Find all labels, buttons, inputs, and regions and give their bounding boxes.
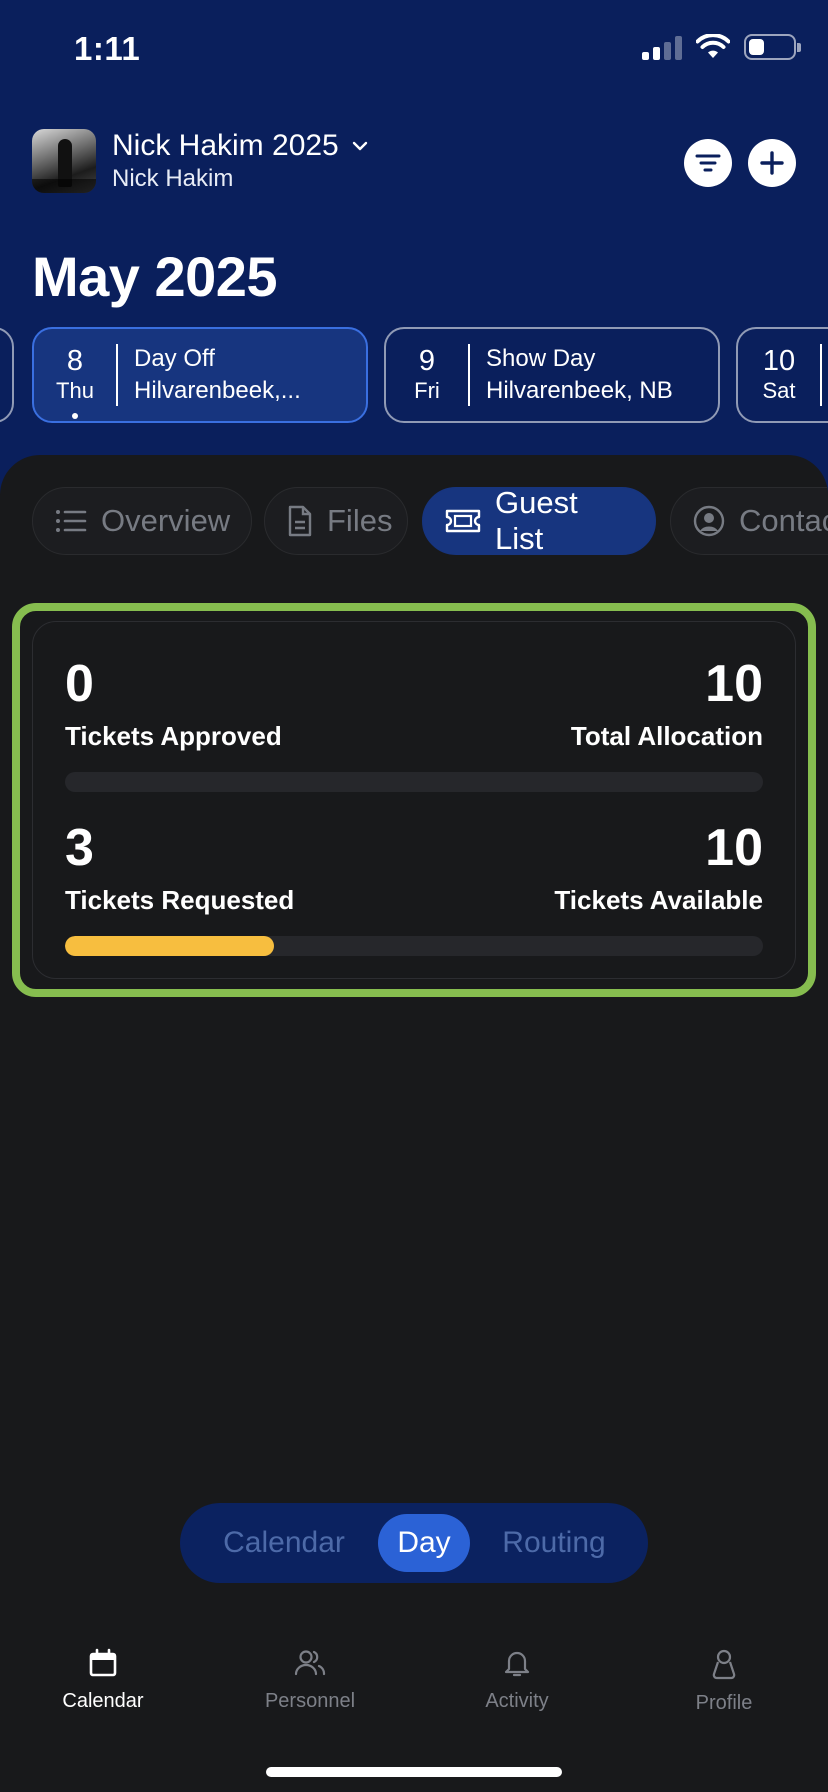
nav-calendar[interactable]: Calendar xyxy=(18,1648,188,1713)
tab-files[interactable]: Files xyxy=(264,487,408,555)
total-allocation-label: Total Allocation xyxy=(570,721,763,751)
day-number: 8 xyxy=(66,345,84,377)
day-strip[interactable]: 8 Thu Day Off Hilvarenbeek,... 9 Fri Sho… xyxy=(0,327,828,423)
tickets-approved-value: 0 xyxy=(65,655,94,713)
tab-label: Overview xyxy=(101,503,231,538)
view-routing-button[interactable]: Routing xyxy=(470,1514,638,1572)
day-location: Hilvarenbeek,... xyxy=(134,377,301,404)
day-type: Day Off xyxy=(134,345,215,372)
home-indicator xyxy=(266,1767,562,1777)
ticket-icon xyxy=(445,509,481,533)
requested-progress-bar xyxy=(65,936,763,956)
day-detail-sheet: Overview Files Guest List Contac 0 10 Ti… xyxy=(0,455,828,1792)
day-type: Show Day xyxy=(486,345,596,372)
add-button[interactable] xyxy=(748,139,796,187)
requested-stat-row: 3 10 Tickets Requested Tickets Available xyxy=(65,818,763,968)
view-day-button[interactable]: Day xyxy=(378,1514,470,1572)
tickets-requested-label: Tickets Requested xyxy=(65,885,295,915)
approved-progress-bar xyxy=(65,772,763,792)
tab-label: Files xyxy=(327,503,393,538)
bell-icon xyxy=(504,1651,530,1677)
tab-guest-list[interactable]: Guest List xyxy=(422,487,656,556)
tab-contacts[interactable]: Contac xyxy=(670,487,828,555)
view-calendar-button[interactable]: Calendar xyxy=(190,1514,378,1572)
guest-list-stats-card: 0 10 Tickets Approved Total Allocation 3… xyxy=(32,621,796,979)
people-icon xyxy=(294,1650,326,1676)
tickets-available-value: 10 xyxy=(705,819,763,877)
filter-icon xyxy=(695,154,721,172)
tour-selector[interactable]: Nick Hakim 2025 Nick Hakim xyxy=(112,128,369,194)
status-time: 1:11 xyxy=(74,30,141,67)
cellular-signal-icon xyxy=(642,34,682,60)
requested-progress-fill xyxy=(65,936,275,956)
nav-label: Personnel xyxy=(264,1690,356,1712)
plus-icon xyxy=(760,151,784,175)
tour-header: Nick Hakim 2025 Nick Hakim xyxy=(32,128,796,196)
status-icons xyxy=(642,34,801,60)
tab-label: Contac xyxy=(739,503,828,538)
event-dot xyxy=(72,413,78,419)
artist-name: Nick Hakim xyxy=(112,165,234,192)
total-allocation-value: 10 xyxy=(705,655,763,713)
day-weekday: Thu xyxy=(56,378,94,403)
day-number: 9 xyxy=(418,345,436,377)
day-number: 10 xyxy=(762,345,796,377)
bottom-nav: Calendar Personnel Activity Profile xyxy=(0,1630,828,1740)
status-bar: 1:11 xyxy=(0,0,828,100)
tab-label: Guest List xyxy=(495,487,578,556)
calendar-icon xyxy=(89,1648,117,1677)
day-card-10[interactable]: 10 Sat xyxy=(736,327,828,423)
approved-stat-row: 0 10 Tickets Approved Total Allocation xyxy=(65,654,763,804)
nav-label: Calendar xyxy=(62,1690,144,1712)
day-card-prev[interactable] xyxy=(0,327,14,423)
nav-personnel[interactable]: Personnel xyxy=(225,1648,395,1713)
nav-label: Activity xyxy=(485,1690,549,1712)
list-icon xyxy=(56,510,87,532)
tour-title[interactable]: Nick Hakim 2025 xyxy=(112,128,339,164)
tickets-approved-label: Tickets Approved xyxy=(65,721,282,751)
detail-tabs: Overview Files Guest List Contac xyxy=(0,487,828,557)
user-circle-icon xyxy=(693,505,725,537)
tab-overview[interactable]: Overview xyxy=(32,487,252,555)
view-switcher: Calendar Day Routing xyxy=(180,1503,648,1583)
wifi-icon xyxy=(696,34,730,58)
divider xyxy=(820,344,822,406)
day-weekday: Sat xyxy=(762,378,796,403)
day-weekday: Fri xyxy=(414,378,440,403)
filter-button[interactable] xyxy=(684,139,732,187)
chevron-down-icon[interactable] xyxy=(351,137,369,155)
day-card-9[interactable]: 9 Fri Show Day Hilvarenbeek, NB xyxy=(384,327,720,423)
file-icon xyxy=(288,505,312,537)
day-location: Hilvarenbeek, NB xyxy=(486,377,673,404)
tickets-requested-value: 3 xyxy=(65,819,94,877)
nav-label: Profile xyxy=(695,1692,753,1714)
person-icon xyxy=(712,1649,736,1680)
tour-avatar[interactable] xyxy=(32,129,96,193)
tickets-available-label: Tickets Available xyxy=(554,885,763,915)
month-title: May 2025 xyxy=(32,245,278,308)
battery-icon xyxy=(744,34,801,60)
nav-activity[interactable]: Activity xyxy=(432,1648,602,1713)
nav-profile[interactable]: Profile xyxy=(639,1648,809,1715)
day-card-8[interactable]: 8 Thu Day Off Hilvarenbeek,... xyxy=(32,327,368,423)
